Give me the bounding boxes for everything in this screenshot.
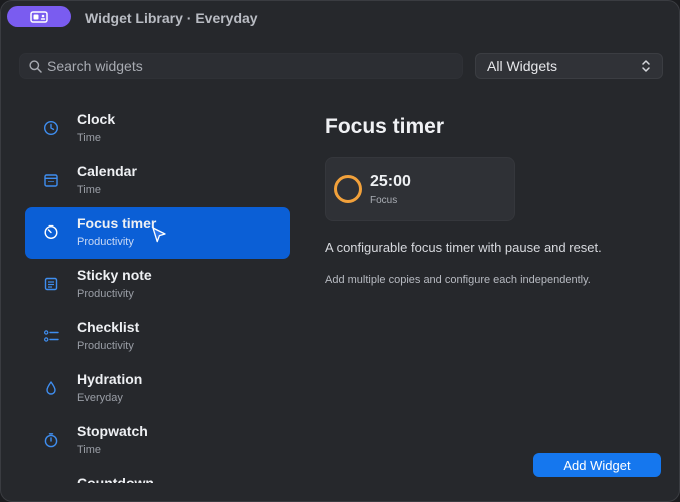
widget-item-stopwatch[interactable]: Stopwatch Time [25,415,290,467]
app-switcher-button[interactable] [7,6,71,27]
timer-icon [43,224,59,240]
widget-category: Productivity [77,236,134,248]
widget-item-focus-timer[interactable]: Focus timer Productivity [25,207,290,259]
widget-category: Time [77,132,102,144]
search-field[interactable]: Search widgets [19,53,463,79]
stopwatch-icon [43,432,59,448]
widget-name: Calendar [77,163,137,179]
widget-item-hydration[interactable]: Hydration Everyday [25,363,290,415]
widget-name: Checklist [77,319,140,335]
checklist-icon [43,328,59,344]
search-icon [29,59,42,73]
preview-time: 25:00 [370,173,411,190]
widget-item-calendar[interactable]: Calendar Time [25,155,290,207]
calendar-icon [43,172,59,188]
water-drop-icon [43,380,59,396]
widget-library-app-icon [30,10,48,23]
timer-ring-icon [334,175,362,203]
preview-label: Focus [370,195,398,206]
filter-select[interactable]: All Widgets [475,53,663,79]
chevron-up-down-icon [640,58,652,74]
widget-name: Stopwatch [77,423,148,439]
widget-item-checklist[interactable]: Checklist Productivity [25,311,290,363]
window-title: Widget Library · Everyday [85,10,258,26]
clock-icon [43,120,59,136]
widget-list[interactable]: Clock Time Calendar Time Focus timer Pro… [25,103,291,483]
widget-item-clock[interactable]: Clock Time [25,103,290,155]
widget-library-window: Widget Library · Everyday Search widgets… [0,0,680,502]
widget-category: Time [77,444,102,456]
detail-note: Add multiple copies and configure each i… [325,274,591,286]
widget-name: Countdown [77,475,154,483]
widget-preview-card: 25:00 Focus [325,157,515,221]
search-placeholder: Search widgets [47,58,143,74]
widget-item-countdown[interactable]: Countdown [25,467,290,483]
filter-value: All Widgets [487,58,558,74]
detail-description: A configurable focus timer with pause an… [325,240,602,255]
widget-category: Everyday [77,392,123,404]
note-icon [43,276,59,292]
widget-category: Productivity [77,340,134,352]
widget-name: Sticky note [77,267,152,283]
widget-name: Clock [77,111,116,127]
title-bar: Widget Library · Everyday [1,1,679,33]
widget-name: Hydration [77,371,143,387]
widget-item-sticky-note[interactable]: Sticky note Productivity [25,259,290,311]
widget-category: Time [77,184,102,196]
widget-category: Productivity [77,288,134,300]
add-widget-button[interactable]: Add Widget [533,453,661,477]
detail-title: Focus timer [325,115,445,138]
widget-name: Focus timer [77,215,157,231]
mouse-pointer-icon [152,227,166,243]
